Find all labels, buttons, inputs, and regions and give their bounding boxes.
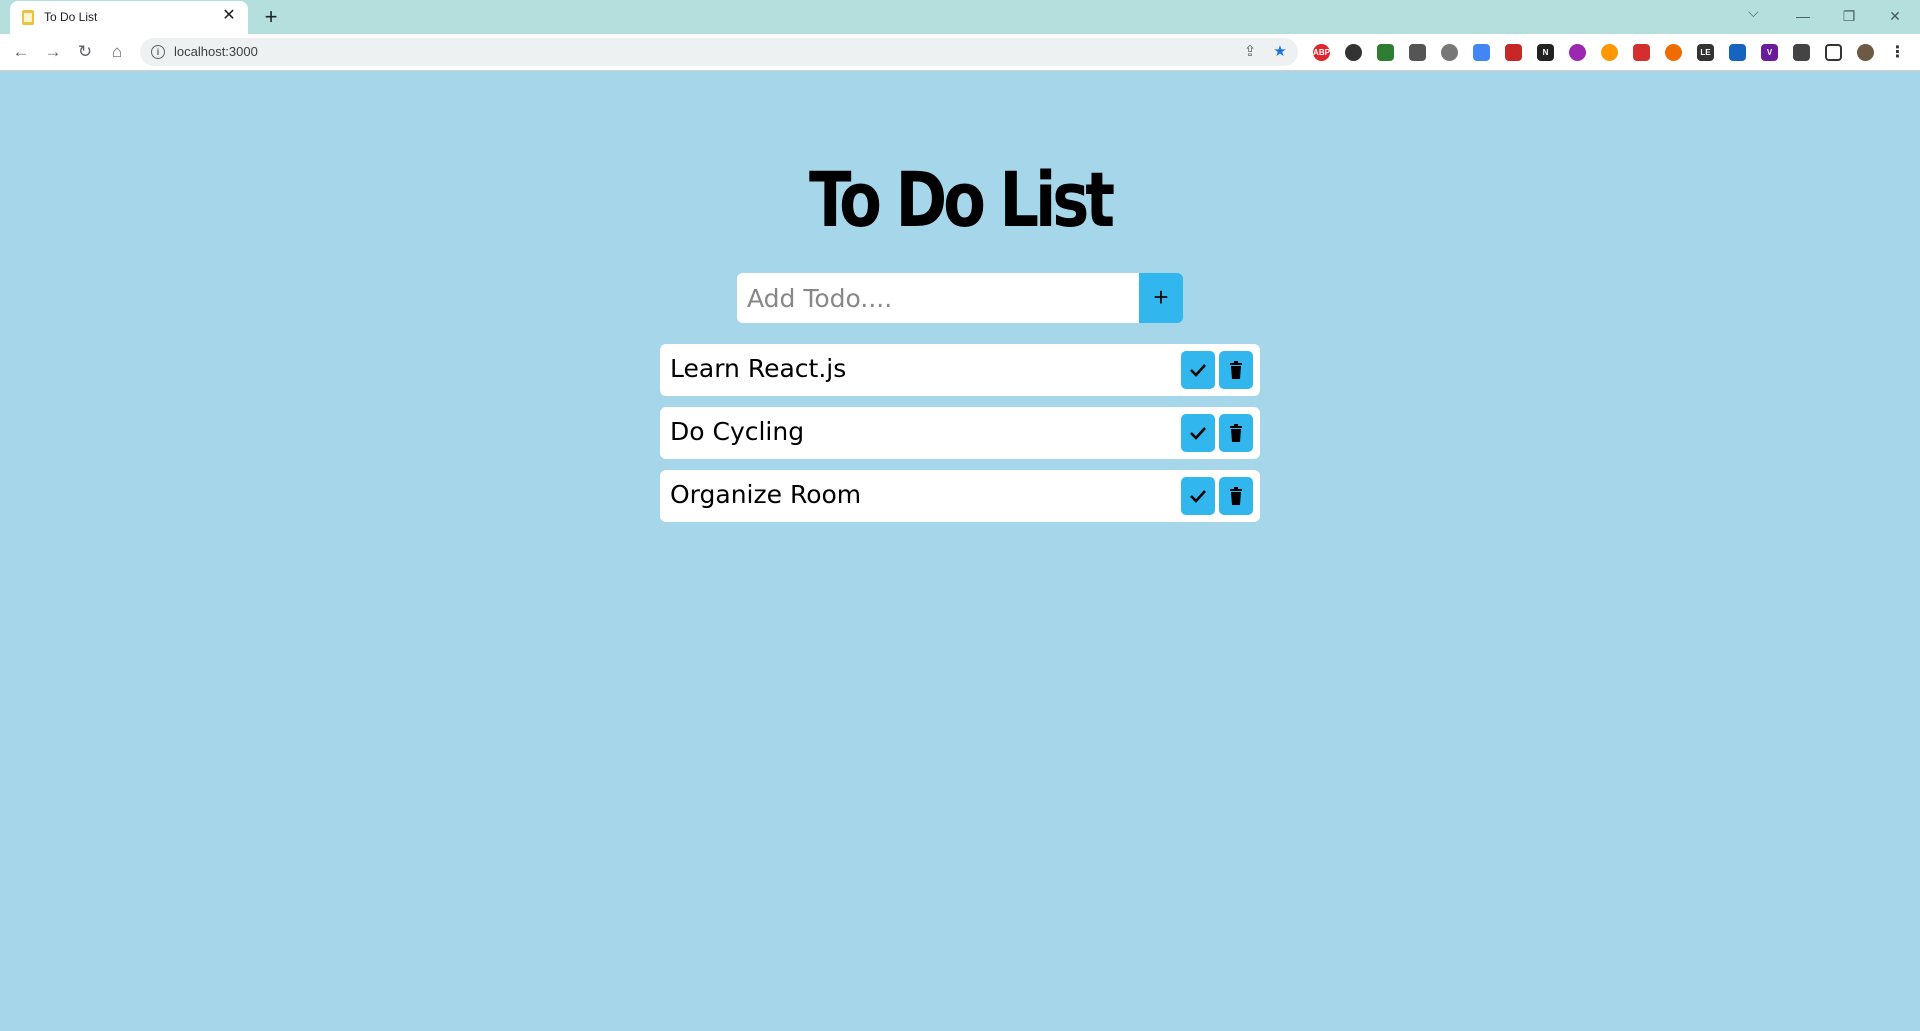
complete-button[interactable] <box>1181 477 1215 515</box>
address-bar[interactable]: i localhost:3000 ⇪ ★ <box>140 38 1298 66</box>
site-info-icon[interactable]: i <box>151 45 165 59</box>
todo-item: Do Cycling <box>660 407 1260 459</box>
bookmark-star-icon[interactable]: ★ <box>1270 42 1290 60</box>
check-icon <box>1190 364 1206 377</box>
trash-icon <box>1230 361 1242 379</box>
eyedropper-extension-icon[interactable] <box>1409 44 1426 61</box>
close-window-button[interactable]: ✕ <box>1872 2 1918 30</box>
todo-text: Do Cycling <box>670 417 805 446</box>
back-arrow-icon[interactable]: ← <box>9 40 33 64</box>
extension-icon[interactable] <box>1633 44 1650 61</box>
translate-extension-icon[interactable] <box>1473 44 1490 61</box>
tree-extension-icon[interactable] <box>1377 44 1394 61</box>
adblock-extension-icon[interactable]: ABP <box>1313 44 1330 61</box>
delete-button[interactable] <box>1219 477 1253 515</box>
bug-extension-icon[interactable] <box>1441 44 1458 61</box>
trello-extension-icon[interactable] <box>1729 44 1746 61</box>
new-tab-button[interactable]: + <box>258 5 284 31</box>
side-panel-icon[interactable] <box>1825 44 1842 61</box>
add-todo-form: + <box>737 273 1183 323</box>
trash-icon <box>1230 424 1242 442</box>
add-todo-input[interactable] <box>737 273 1139 323</box>
add-todo-button[interactable]: + <box>1139 273 1183 323</box>
complete-button[interactable] <box>1181 414 1215 452</box>
restore-button[interactable]: ❐ <box>1826 2 1872 30</box>
close-tab-icon[interactable]: ✕ <box>220 7 238 25</box>
extension-icon[interactable]: LE <box>1697 44 1714 61</box>
tab-search-icon[interactable]: ⌵ <box>1748 4 1759 21</box>
todo-text: Organize Room <box>670 480 862 509</box>
browser-tab-strip: To Do List ✕ + ⌵ — ❐ ✕ <box>0 0 1920 34</box>
delete-button[interactable] <box>1219 414 1253 452</box>
check-icon <box>1190 490 1206 503</box>
todo-item: Learn React.js <box>660 344 1260 396</box>
todo-text: Learn React.js <box>670 354 847 383</box>
menu-dots-icon[interactable]: ⋮ <box>1889 44 1906 61</box>
browser-toolbar: ← → ↻ ⌂ i localhost:3000 ⇪ ★ ABP N LE V … <box>0 34 1920 71</box>
delete-button[interactable] <box>1219 351 1253 389</box>
extension-icon[interactable] <box>1505 44 1522 61</box>
extension-icon[interactable] <box>1569 44 1586 61</box>
extension-icon[interactable] <box>1345 44 1362 61</box>
extension-icon[interactable] <box>1665 44 1682 61</box>
avatar[interactable] <box>1857 44 1874 61</box>
extension-icon[interactable]: V <box>1761 44 1778 61</box>
minimize-button[interactable]: — <box>1780 2 1826 30</box>
home-icon[interactable]: ⌂ <box>105 40 129 64</box>
url-text[interactable]: localhost:3000 <box>174 44 258 59</box>
notion-extension-icon[interactable]: N <box>1537 44 1554 61</box>
puzzle-extensions-icon[interactable] <box>1793 44 1810 61</box>
browser-tab[interactable]: To Do List ✕ <box>10 1 248 34</box>
extension-icon[interactable] <box>1601 44 1618 61</box>
plus-icon: + <box>1153 282 1169 312</box>
todo-item: Organize Room <box>660 470 1260 522</box>
check-icon <box>1190 427 1206 440</box>
forward-arrow-icon[interactable]: → <box>41 40 65 64</box>
trash-icon <box>1230 487 1242 505</box>
complete-button[interactable] <box>1181 351 1215 389</box>
todo-list: Learn React.js Do Cycling Organize Room <box>660 344 1260 533</box>
page-title: To Do List <box>809 155 1115 244</box>
reload-icon[interactable]: ↻ <box>73 40 97 64</box>
page-content: To Do List + Learn React.js Do Cycling <box>0 71 1920 1031</box>
tab-title: To Do List <box>44 10 98 24</box>
share-icon[interactable]: ⇪ <box>1240 42 1260 60</box>
notepad-favicon-icon <box>22 10 34 25</box>
